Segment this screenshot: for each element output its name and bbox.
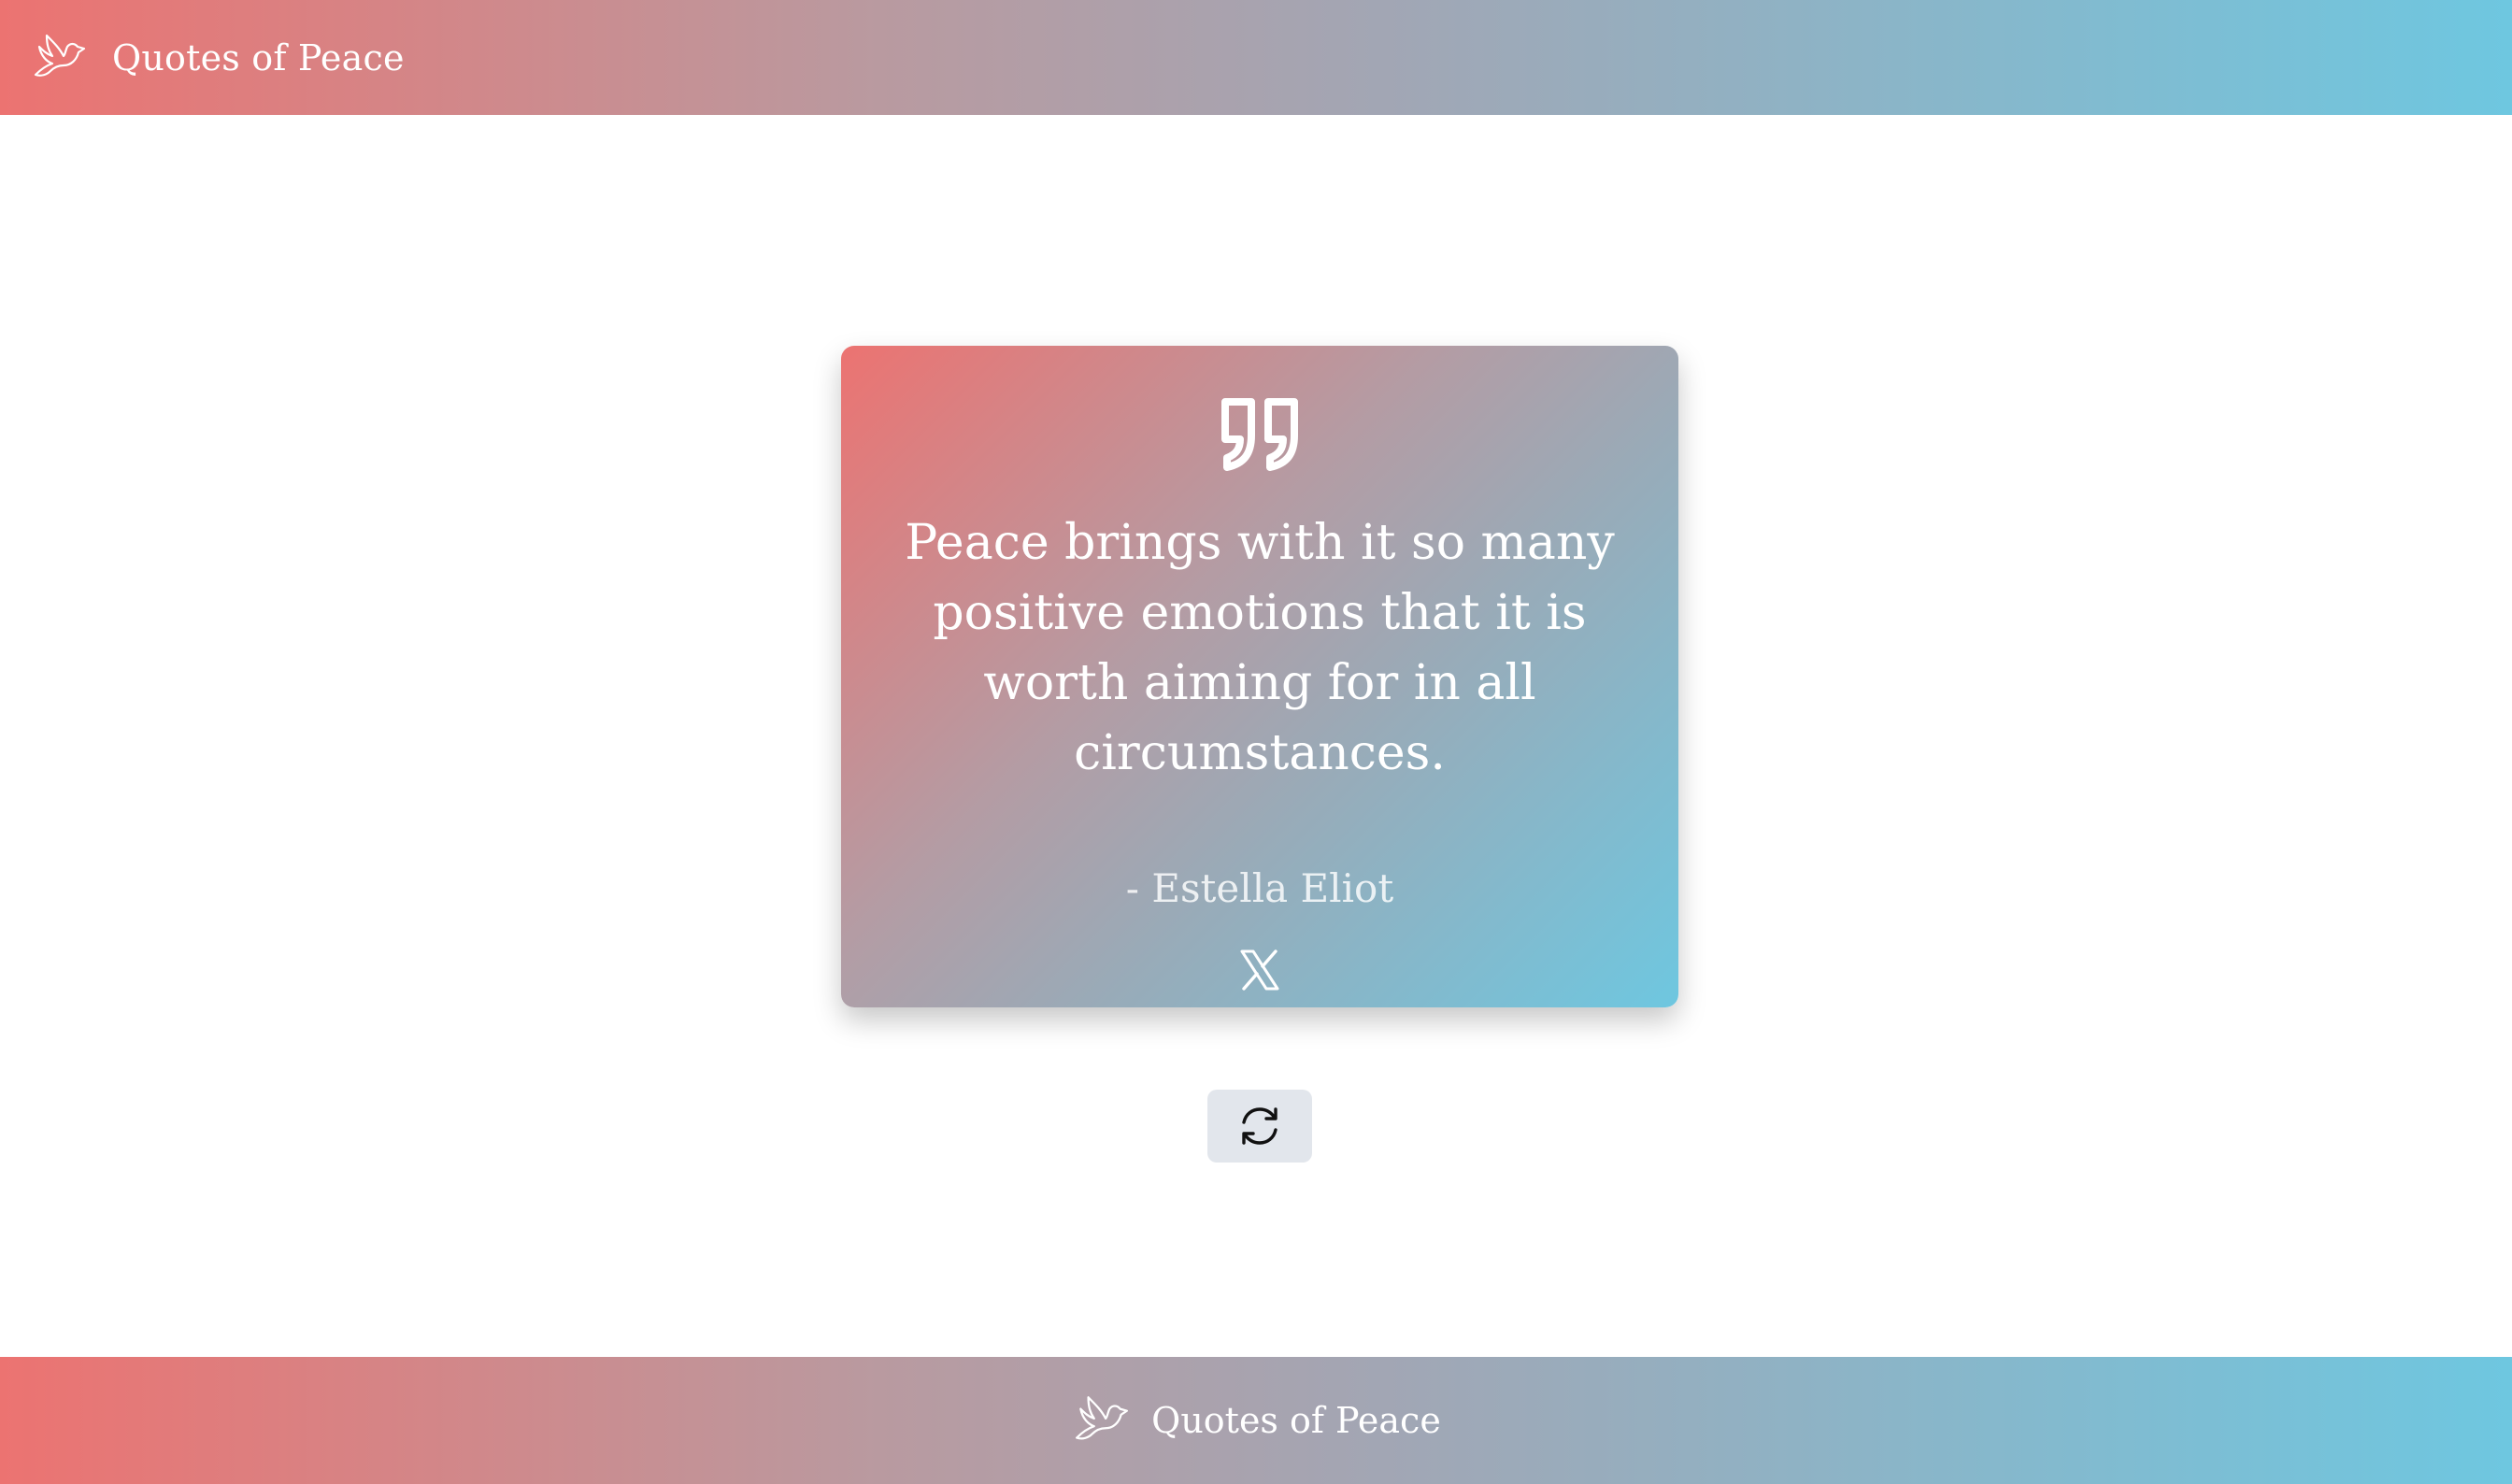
refresh-icon	[1242, 1107, 1277, 1145]
dove-icon	[1076, 1396, 1129, 1440]
x-logo-icon[interactable]	[1236, 947, 1283, 993]
refresh-quote-button[interactable]	[1207, 1090, 1312, 1163]
quote-card: Peace brings with it so many positive em…	[841, 346, 1678, 1007]
footer-title: Quotes of Peace	[1151, 1400, 1441, 1441]
header-title[interactable]: Quotes of Peace	[112, 37, 405, 78]
quote-text: Peace brings with it so many positive em…	[905, 515, 1615, 781]
site-header: Quotes of Peace	[0, 0, 2512, 115]
quote-author: - Estella Eliot	[1125, 865, 1394, 911]
site-footer: Quotes of Peace	[0, 1357, 2512, 1484]
quote-mark-icon	[1221, 398, 1298, 471]
dove-icon	[34, 34, 86, 77]
